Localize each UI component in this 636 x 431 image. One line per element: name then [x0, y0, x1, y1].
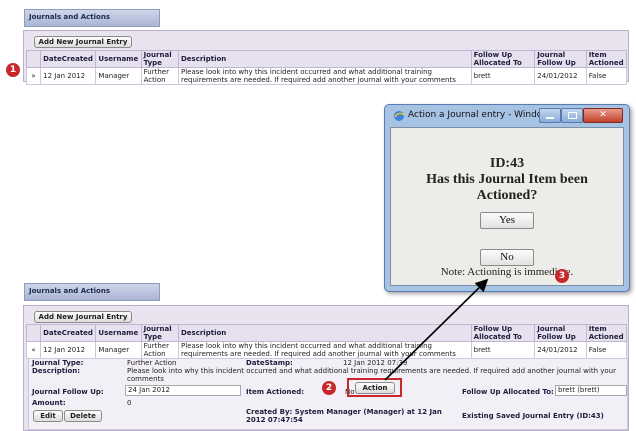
add-journal-button-bottom[interactable]: Add New Journal Entry [34, 311, 132, 323]
step-badge-3: 3 [555, 269, 569, 283]
journal-table-top: DateCreated Username Journal Type Descri… [25, 50, 628, 85]
action-dialog: Action a Journal entry - Window... ✕ ID:… [384, 104, 630, 292]
table-header: DateCreated Username Journal Type Descri… [25, 324, 628, 342]
dialog-title: Action a Journal entry - Window... [408, 110, 558, 120]
col-username[interactable]: Username [95, 50, 142, 68]
allocated-label: Follow Up Allocated To: [462, 388, 554, 396]
allocated-field[interactable]: brett (brett) [555, 385, 627, 396]
existing-entry: Existing Saved Journal Entry (ID:43) [462, 412, 604, 420]
delete-button[interactable]: Delete [64, 410, 102, 422]
close-button[interactable]: ✕ [583, 108, 623, 123]
section-tab-bottom[interactable]: Journals and Actions [24, 283, 160, 301]
col-actioned[interactable]: Item Actioned [585, 324, 628, 342]
cell-allocated: brett [470, 67, 536, 85]
browser-icon [394, 111, 405, 121]
col-allocated[interactable]: Follow Up Allocated To [470, 50, 536, 68]
amount-label: Amount: [32, 399, 66, 407]
amount-value: 0 [127, 399, 132, 407]
col-description[interactable]: Description [177, 324, 472, 342]
col-datecreated[interactable]: DateCreated [40, 50, 97, 68]
col-username[interactable]: Username [95, 324, 142, 342]
cell-description: Please look into why this incident occur… [177, 67, 472, 85]
table-row[interactable]: « 12 Jan 2012 Manager Further Action Ple… [25, 341, 628, 359]
cell-followup: 24/01/2012 [534, 341, 587, 359]
col-allocated[interactable]: Follow Up Allocated To [470, 324, 536, 342]
minimize-button[interactable] [539, 108, 561, 123]
cell-date: 12 Jan 2012 [40, 67, 97, 85]
cell-actioned: False [585, 341, 628, 359]
cell-actioned: False [585, 67, 628, 85]
cell-date: 12 Jan 2012 [40, 341, 97, 359]
datestamp-label: DateStamp: [246, 359, 293, 367]
dialog-note: Note: Actioning is immediate. [440, 266, 574, 278]
table-row[interactable]: » 12 Jan 2012 Manager Further Action Ple… [25, 67, 628, 85]
cell-type: Further Action [140, 67, 179, 85]
cell-user: Manager [95, 341, 142, 359]
cell-user: Manager [95, 67, 142, 85]
col-actioned[interactable]: Item Actioned [585, 50, 628, 68]
edit-button[interactable]: Edit [33, 410, 63, 422]
no-button[interactable]: No [480, 249, 534, 266]
step-badge-1: 1 [6, 63, 20, 77]
table-header: DateCreated Username Journal Type Descri… [25, 50, 628, 68]
col-journal-type[interactable]: Journal Type [140, 324, 179, 342]
col-description[interactable]: Description [177, 50, 472, 68]
col-followup[interactable]: Journal Follow Up [534, 324, 587, 342]
expand-icon[interactable]: » [25, 67, 42, 85]
action-button[interactable]: Action [355, 382, 395, 394]
yes-button[interactable]: Yes [480, 212, 534, 229]
dialog-id: ID:43 [489, 156, 525, 171]
collapse-icon[interactable]: « [25, 341, 42, 359]
maximize-icon [568, 112, 577, 119]
created-by: Created By: System Manager (Manager) at … [246, 408, 442, 424]
dialog-question: Has this Journal Item been Actioned? [426, 172, 588, 203]
maximize-button[interactable] [561, 108, 583, 123]
journal-type-value: Further Action [127, 359, 177, 367]
col-datecreated[interactable]: DateCreated [40, 324, 97, 342]
col-followup[interactable]: Journal Follow Up [534, 50, 587, 68]
dialog-body: ID:43 Has this Journal Item been Actione… [390, 127, 624, 286]
section-tab-top[interactable]: Journals and Actions [24, 9, 160, 27]
add-journal-button-top[interactable]: Add New Journal Entry [34, 36, 132, 48]
followup-label: Journal Follow Up: [32, 388, 104, 396]
item-actioned-label: Item Actioned: [246, 388, 305, 396]
journal-table-bottom: DateCreated Username Journal Type Descri… [25, 324, 628, 359]
followup-field[interactable]: 24 Jan 2012 [125, 385, 241, 396]
cell-type: Further Action [140, 341, 179, 359]
col-journal-type[interactable]: Journal Type [140, 50, 179, 68]
cell-description: Please look into why this incident occur… [177, 341, 472, 359]
datestamp-value: 12 Jan 2012 07:39 [343, 359, 408, 367]
cell-allocated: brett [470, 341, 536, 359]
minimize-icon [546, 117, 554, 119]
journal-type-label: Journal Type: [32, 359, 84, 367]
step-badge-2: 2 [322, 381, 336, 395]
cell-followup: 24/01/2012 [534, 67, 587, 85]
close-icon: ✕ [599, 110, 607, 120]
description-label: Description: [32, 367, 81, 375]
